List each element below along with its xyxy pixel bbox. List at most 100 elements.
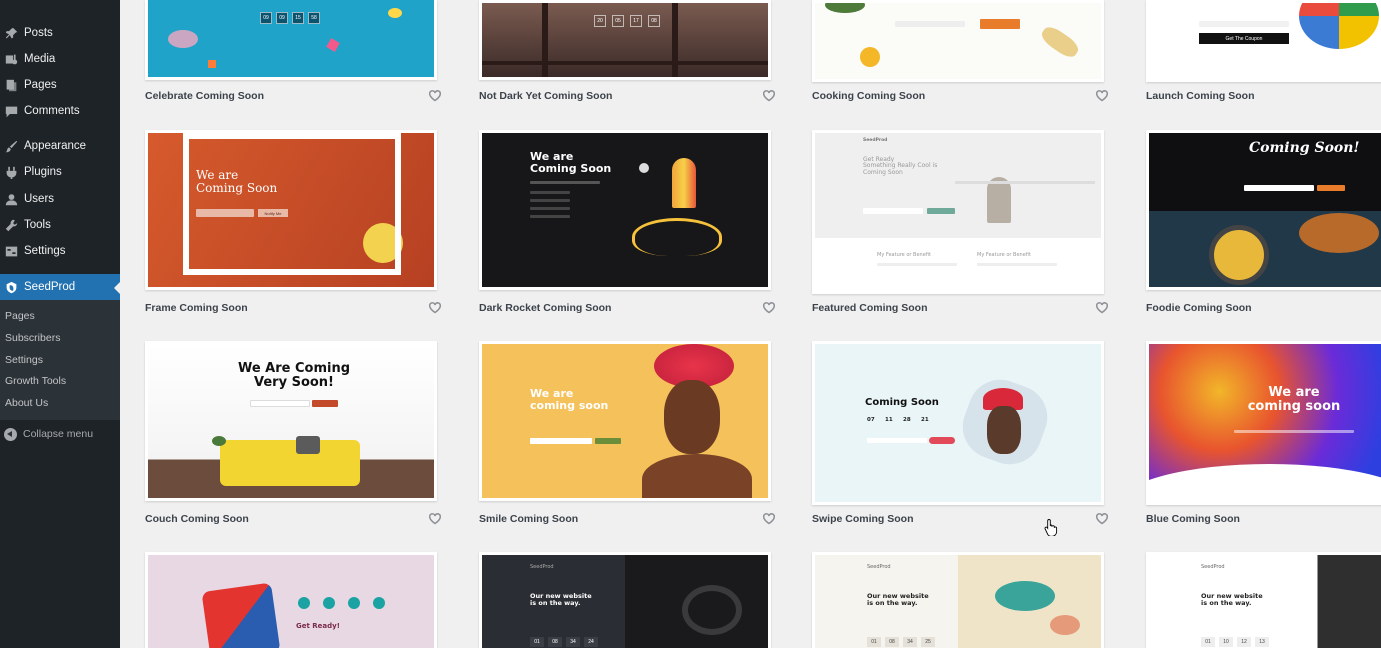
template-card[interactable]: We are Coming Soon Dark Rocket Coming So… xyxy=(479,130,777,314)
sidebar-item-media[interactable]: Media xyxy=(0,46,120,72)
heart-icon[interactable] xyxy=(1095,301,1110,315)
moon-decoration xyxy=(639,163,649,173)
template-card[interactable]: 09 09 15 58 Celebrate Coming Soon xyxy=(145,0,443,102)
collapse-menu-button[interactable]: Collapse menu xyxy=(0,425,93,443)
admin-sidebar: Posts Media Pages Comments Appearance Pl… xyxy=(0,0,120,648)
countdown-box: 12 xyxy=(1237,637,1251,647)
plug-icon xyxy=(4,165,18,179)
template-thumbnail[interactable]: We are Coming Soon Notify Me xyxy=(145,130,437,290)
sidebar-item-comments[interactable]: Comments xyxy=(0,98,120,124)
template-card[interactable]: Cooking Coming Soon xyxy=(812,0,1110,102)
sidebar-item-label: Appearance xyxy=(24,140,87,152)
template-card[interactable]: We Are Coming Very Soon! Couch Coming So… xyxy=(145,341,443,525)
sidebar-item-settings[interactable]: Settings xyxy=(0,238,120,264)
template-card[interactable]: We are Coming Soon Notify Me Frame Comin… xyxy=(145,130,443,314)
template-card[interactable]: Coming Soon! Foodie Coming Soon xyxy=(1146,130,1381,314)
template-thumbnail[interactable]: 20 05 17 08 xyxy=(479,0,771,80)
template-card[interactable]: Coming Soon 07 11 28 21 Swipe Coming Soo… xyxy=(812,341,1110,525)
countdown-circle xyxy=(323,597,335,609)
template-thumbnail[interactable]: We are Coming Soon xyxy=(479,130,771,290)
template-thumbnail[interactable]: SeedProd Our new website is on the way. … xyxy=(1146,552,1381,648)
submenu-item-subscribers[interactable]: Subscribers xyxy=(5,332,60,344)
template-card[interactable]: 20 05 17 08 Not Dark Yet Coming Soon xyxy=(479,0,777,102)
countdown-circle xyxy=(298,597,310,609)
color-wheel-decoration xyxy=(1299,3,1379,49)
template-card[interactable]: Get The Coupon Launch Coming Soon xyxy=(1146,0,1381,102)
template-card[interactable]: Get Ready! xyxy=(145,552,443,648)
logo-text: SeedProd xyxy=(863,138,888,143)
sidebar-item-label: Media xyxy=(24,53,56,65)
sidebar-item-appearance[interactable]: Appearance xyxy=(0,133,120,159)
confetti-shape xyxy=(388,8,402,18)
countdown-value: 07 xyxy=(867,417,875,423)
submenu-item-growth-tools[interactable]: Growth Tools xyxy=(5,375,66,387)
heart-icon[interactable] xyxy=(762,301,777,315)
heart-icon[interactable] xyxy=(762,512,777,526)
subscribe-button xyxy=(1317,185,1345,191)
rocket-icon xyxy=(672,158,696,208)
countdown-box: 09 xyxy=(260,12,272,24)
submenu-item-settings[interactable]: Settings xyxy=(5,354,43,366)
countdown-box: 58 xyxy=(308,12,320,24)
template-thumbnail[interactable] xyxy=(812,0,1104,82)
sidebar-item-plugins[interactable]: Plugins xyxy=(0,159,120,185)
sidebar-item-label: Comments xyxy=(24,105,80,117)
collapse-menu-label: Collapse menu xyxy=(23,428,94,440)
template-thumbnail[interactable]: Coming Soon! xyxy=(1146,130,1381,290)
countdown-box: 34 xyxy=(903,637,917,647)
heart-icon[interactable] xyxy=(428,512,443,526)
pages-icon xyxy=(4,78,18,92)
submenu-item-pages[interactable]: Pages xyxy=(5,310,35,322)
heart-icon[interactable] xyxy=(1095,89,1110,103)
coupon-button: Get The Coupon xyxy=(1199,33,1289,44)
heart-icon[interactable] xyxy=(1095,512,1110,526)
heart-icon[interactable] xyxy=(428,89,443,103)
template-thumbnail[interactable]: 09 09 15 58 xyxy=(145,0,437,80)
template-card[interactable]: We are coming soon Blue Coming Soon xyxy=(1146,341,1381,525)
template-thumbnail[interactable]: We are coming soon xyxy=(1146,341,1381,505)
template-card[interactable]: SeedProd Our new website is on the way. … xyxy=(812,552,1110,648)
sidebar-item-tools[interactable]: Tools xyxy=(0,212,120,238)
template-card[interactable]: We are coming soon Smile Coming Soon xyxy=(479,341,777,525)
countdown-box: 24 xyxy=(584,637,598,647)
seedprod-submenu: Pages Subscribers Settings Growth Tools … xyxy=(0,300,120,420)
template-title: Dark Rocket Coming Soon xyxy=(479,302,612,314)
countdown-value: 11 xyxy=(885,417,893,423)
countdown-value: 28 xyxy=(903,417,911,423)
template-thumbnail[interactable]: SeedProd Our new website is on the way. … xyxy=(812,552,1104,648)
superhero-masks-decoration xyxy=(201,582,281,648)
template-title: Launch Coming Soon xyxy=(1146,90,1255,102)
countdown-box: 17 xyxy=(630,15,642,27)
template-thumbnail[interactable]: We are coming soon xyxy=(479,341,771,501)
heart-icon[interactable] xyxy=(762,89,777,103)
text-line xyxy=(530,215,570,218)
template-card[interactable]: SeedProd Get Ready Something Really Cool… xyxy=(812,130,1110,314)
sidebar-item-pages[interactable]: Pages xyxy=(0,72,120,98)
submenu-item-about-us[interactable]: About Us xyxy=(5,397,48,409)
portrait-face xyxy=(987,406,1021,454)
template-heading: Get Ready Something Really Cool is Comin… xyxy=(863,156,938,176)
sidebar-item-label: Settings xyxy=(24,245,66,257)
sidebar-item-posts[interactable]: Posts xyxy=(0,20,120,46)
template-card[interactable]: SeedProd Our new website is on the way. … xyxy=(479,552,777,648)
countdown-box: 01 xyxy=(867,637,881,647)
template-thumbnail[interactable]: Get Ready! xyxy=(145,552,437,648)
template-thumbnail[interactable]: SeedProd Our new website is on the way. … xyxy=(479,552,771,648)
template-thumbnail[interactable]: We Are Coming Very Soon! xyxy=(145,341,437,501)
collapse-icon xyxy=(4,427,17,441)
email-input xyxy=(196,209,254,217)
logo-text: SeedProd xyxy=(1201,564,1225,570)
text-line xyxy=(530,207,570,210)
template-title: Swipe Coming Soon xyxy=(812,513,914,525)
email-input xyxy=(250,400,310,407)
template-card[interactable]: SeedProd Our new website is on the way. … xyxy=(1146,552,1381,648)
sidebar-item-users[interactable]: Users xyxy=(0,186,120,212)
template-thumbnail[interactable]: Get The Coupon xyxy=(1146,0,1381,82)
subscribe-button xyxy=(929,437,955,444)
heart-icon[interactable] xyxy=(428,301,443,315)
sidebar-item-seedprod[interactable]: SeedProd xyxy=(0,274,120,300)
logo-text: SeedProd xyxy=(530,564,554,570)
countdown-box: 05 xyxy=(612,15,624,27)
template-thumbnail[interactable]: SeedProd Get Ready Something Really Cool… xyxy=(812,130,1104,294)
template-thumbnail[interactable]: Coming Soon 07 11 28 21 xyxy=(812,341,1104,505)
